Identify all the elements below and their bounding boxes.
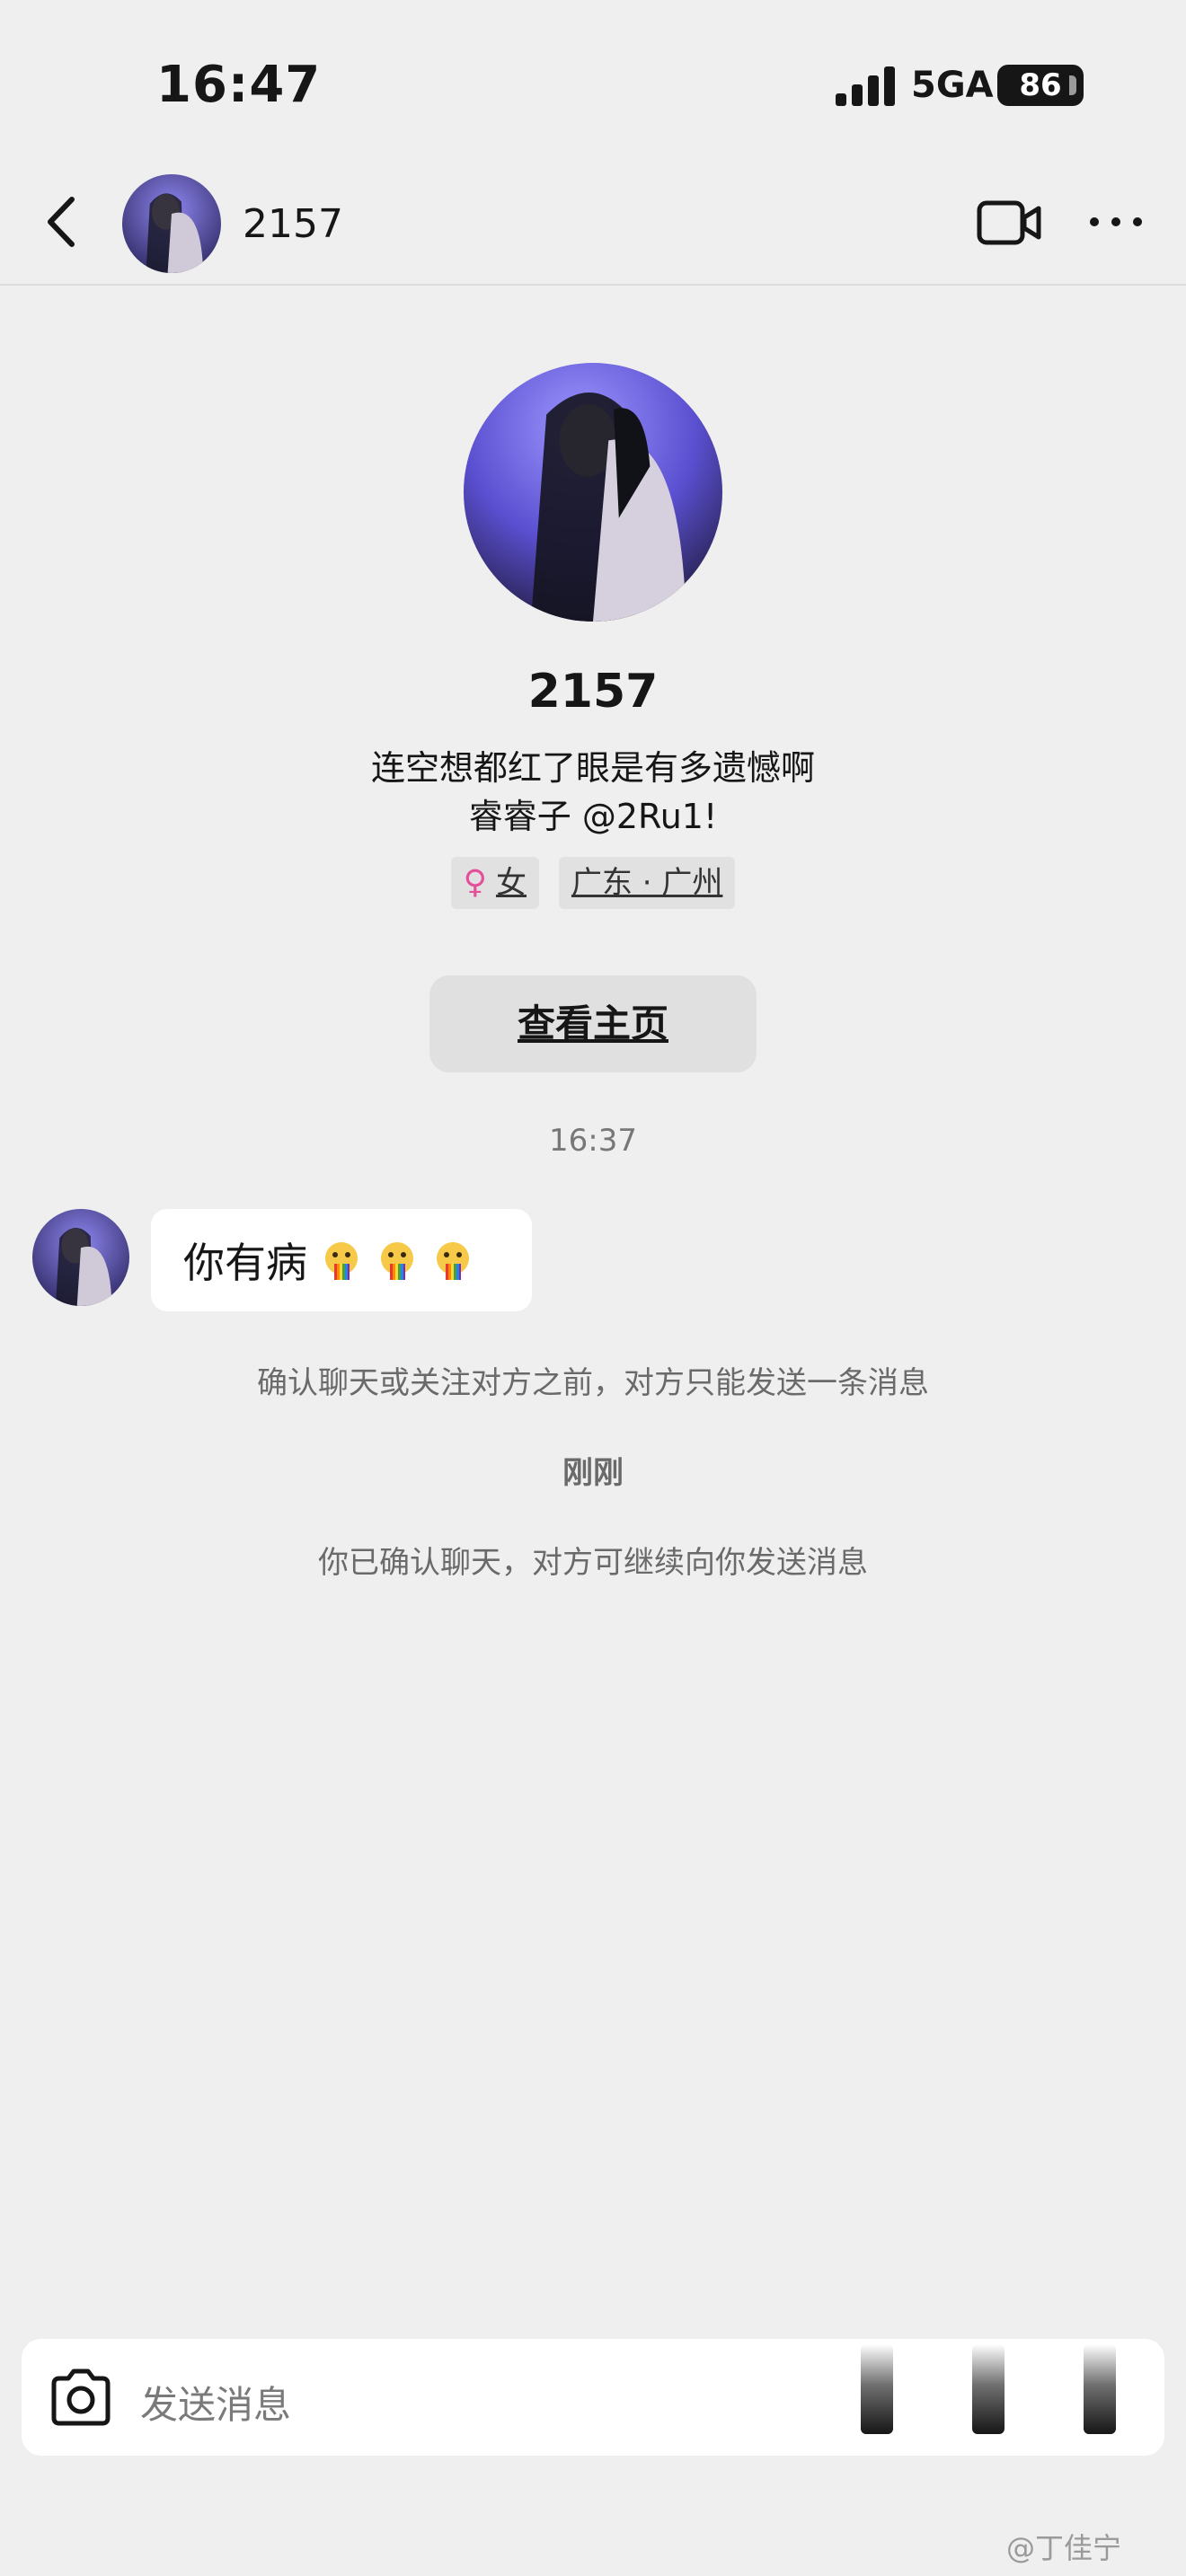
network-label: 5GA [911, 65, 994, 106]
avatar[interactable] [122, 174, 221, 273]
avatar-image-icon [32, 1209, 129, 1306]
profile-bio: 连空想都红了眼是有多遗憾啊 睿睿子 @2Ru1! [0, 744, 1186, 841]
profile-name: 2157 [527, 665, 659, 719]
view-profile-button[interactable]: 查看主页 [429, 975, 757, 1072]
location-tag[interactable]: 广东 · 广州 [558, 857, 736, 909]
video-camera-icon [977, 200, 1041, 245]
header-title[interactable]: 2157 [243, 201, 343, 247]
watermark: @丁佳宁 [1006, 2531, 1122, 2565]
message-bubble[interactable]: 你有病 [151, 1209, 532, 1311]
rainbow-vomit-emoji-icon [325, 1242, 358, 1280]
message-timestamp: 刚刚 [562, 1455, 624, 1491]
camera-icon [51, 2369, 111, 2426]
rainbow-vomit-emoji-icon [381, 1242, 413, 1280]
system-notice: 你已确认聊天，对方可继续向你发送消息 [318, 1545, 868, 1581]
system-notice: 确认聊天或关注对方之前，对方只能发送一条消息 [257, 1365, 929, 1401]
status-time: 16:47 [156, 56, 322, 114]
chevron-left-icon [48, 197, 75, 247]
chat-screen: 16:47 5GA 86 2157 2157 连空想都红了眼是有多遗憾啊 睿睿子… [0, 0, 1186, 2576]
profile-avatar[interactable] [464, 363, 722, 622]
location-label: 广东 · 广州 [571, 865, 723, 901]
message-timestamp: 16:37 [549, 1123, 637, 1159]
avatar-image-icon [464, 363, 722, 622]
battery-cap [1069, 75, 1076, 95]
message-text: 你有病 [183, 1239, 307, 1287]
video-call-button[interactable] [976, 196, 1042, 250]
chat-header: 2157 [0, 158, 1186, 286]
female-icon: ♀ [463, 864, 487, 901]
sender-avatar[interactable] [32, 1209, 129, 1306]
signal-icon [836, 66, 895, 106]
camera-button[interactable] [47, 2366, 115, 2429]
back-button[interactable] [32, 190, 95, 253]
bio-line: 睿睿子 @2Ru1! [468, 797, 718, 836]
input-action-icon[interactable] [1084, 2344, 1116, 2434]
more-dots-icon [1090, 217, 1142, 226]
input-action-icon[interactable] [972, 2344, 1005, 2434]
rainbow-vomit-emoji-icon [437, 1242, 469, 1280]
avatar-image-icon [122, 174, 221, 273]
message-input[interactable]: 发送消息 [140, 2375, 291, 2430]
gender-label: 女 [495, 865, 527, 901]
bio-line: 连空想都红了眼是有多遗憾啊 [370, 748, 815, 788]
more-options-button[interactable] [1084, 199, 1148, 244]
profile-tags: ♀ 女 广东 · 广州 [0, 857, 1186, 909]
gender-tag[interactable]: ♀ 女 [450, 857, 539, 909]
input-action-icon[interactable] [861, 2344, 893, 2434]
